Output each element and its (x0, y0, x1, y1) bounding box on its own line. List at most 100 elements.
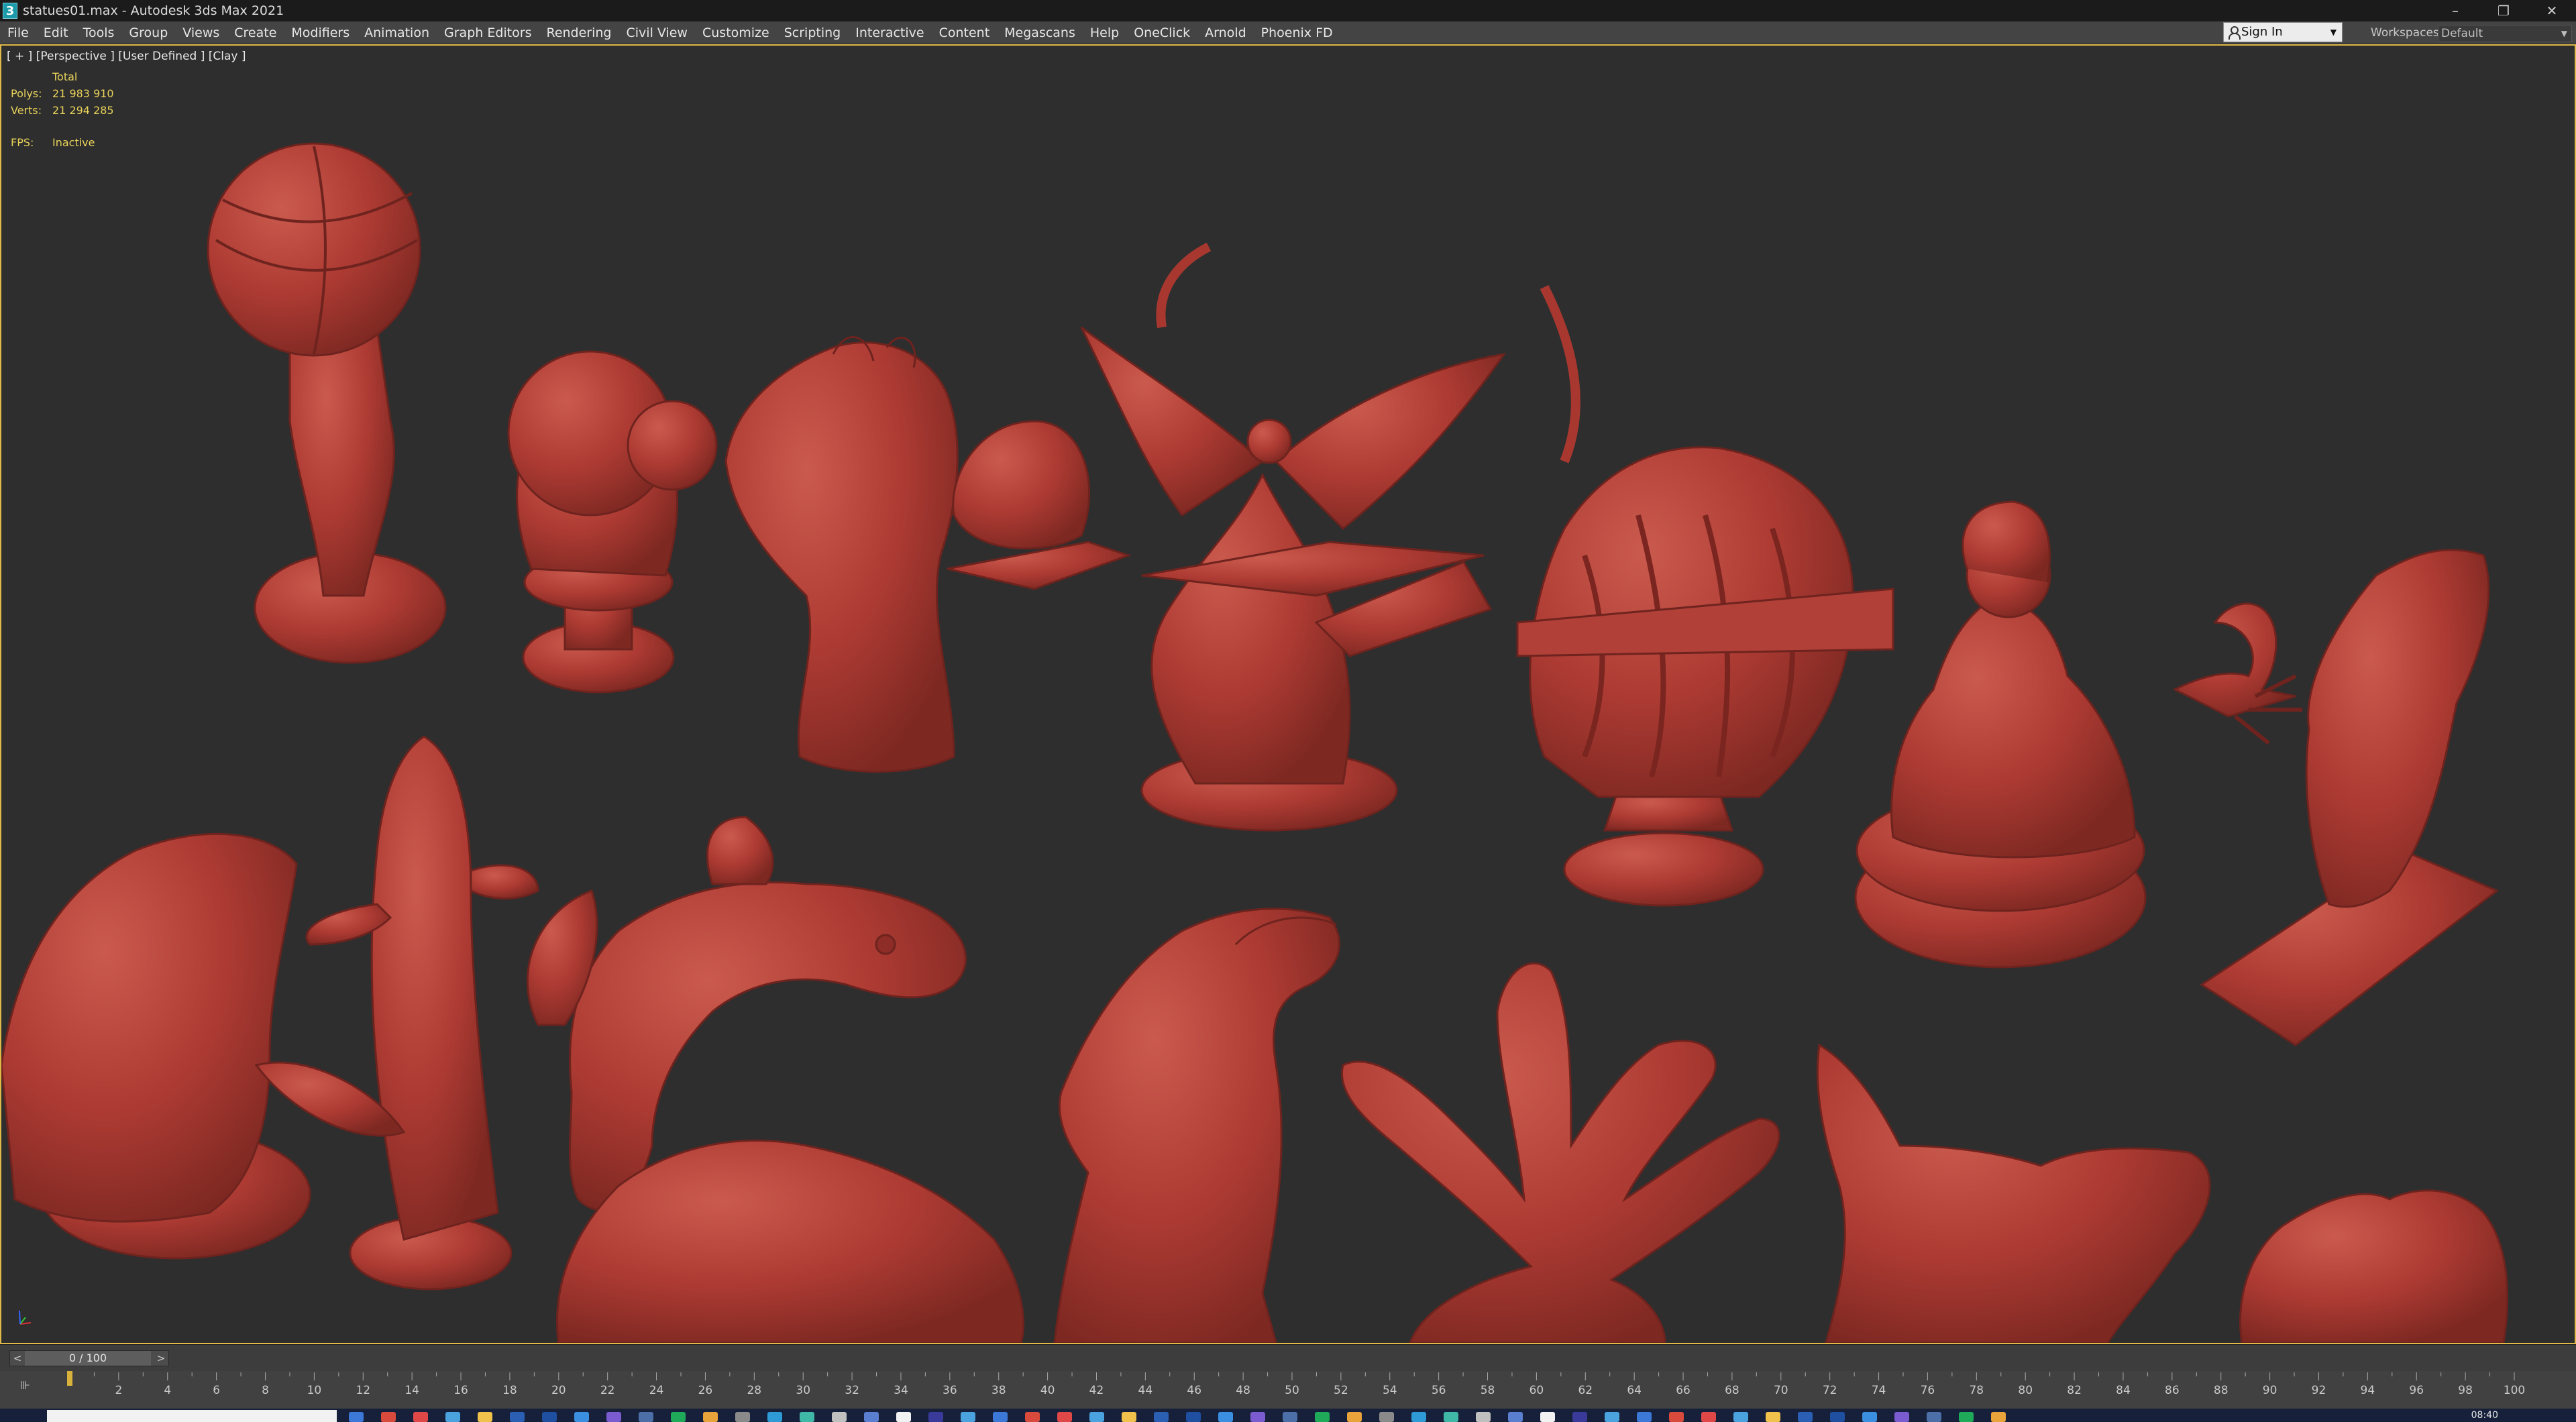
taskbar-app-icon (1411, 1412, 1426, 1422)
title-bar: 3 statues01.max - Autodesk 3ds Max 2021 … (0, 0, 2576, 21)
taskbar-app-icon (767, 1412, 782, 1422)
statue-wolf-head (1816, 1043, 2211, 1343)
ruler-tick-label: 14 (405, 1384, 419, 1397)
statue-winged-fairy (1080, 242, 1580, 832)
taskbar-app-icon (1476, 1412, 1491, 1422)
ruler-tick-label: 58 (1481, 1384, 1495, 1397)
minimize-button[interactable]: – (2431, 0, 2479, 21)
taskbar-app-icon (1218, 1412, 1233, 1422)
perspective-viewport[interactable]: [ + ] [Perspective ] [User Defined ] [Cl… (0, 44, 2576, 1344)
menu-item-tools[interactable]: Tools (76, 21, 122, 44)
taskbar-app-icon (1154, 1412, 1169, 1422)
taskbar-app-icon (1605, 1412, 1619, 1422)
restore-button[interactable]: ❐ (2479, 0, 2528, 21)
statue-seated-buddha (1854, 500, 2147, 969)
menu-item-content[interactable]: Content (932, 21, 998, 44)
menu-item-arnold[interactable]: Arnold (1197, 21, 1253, 44)
ruler-tick-label: 78 (1969, 1384, 1984, 1397)
menu-item-civil-view[interactable]: Civil View (619, 21, 695, 44)
taskbar-search-input[interactable] (47, 1410, 337, 1422)
ruler-tick-label: 46 (1187, 1384, 1201, 1397)
ruler-tick-label: 22 (600, 1384, 615, 1397)
fps-label: FPS: (11, 136, 34, 149)
taskbar-app-icon (1025, 1412, 1040, 1422)
fps-value: Inactive (52, 136, 95, 149)
ruler-tick-label: 34 (894, 1384, 908, 1397)
statue-lumpy-creature (2239, 1189, 2509, 1343)
ruler-tick-label: 28 (747, 1384, 761, 1397)
taskbar-app-icon (1508, 1412, 1523, 1422)
viewport-label-menu[interactable]: [ + ] [Perspective ] [User Defined ] [Cl… (7, 50, 246, 63)
statue-dolphin-right (1053, 908, 1340, 1343)
polys-label: Polys: (11, 87, 42, 100)
prev-frame-button[interactable]: < (10, 1351, 25, 1366)
track-bar-ruler[interactable]: 2 4 6 8 10 12 14 16 18 20 22 24 26 28 30 32 34 36 38 40 42 44… (0, 1371, 2576, 1409)
time-slider-thumb[interactable]: 0 / 100 (25, 1351, 151, 1366)
menu-item-edit[interactable]: Edit (36, 21, 76, 44)
taskbar-app-icon (639, 1412, 653, 1422)
menu-item-modifiers[interactable]: Modifiers (284, 21, 357, 44)
ruler-tick-label: 10 (307, 1384, 322, 1397)
taskbar-app-icon (1701, 1412, 1716, 1422)
taskbar-app-icon (510, 1412, 525, 1422)
ruler-tick-label: 98 (2458, 1384, 2473, 1397)
menu-item-file[interactable]: File (0, 21, 36, 44)
taskbar-app-icon (1283, 1412, 1297, 1422)
taskbar-app-icon (413, 1412, 428, 1422)
sign-in-dropdown[interactable]: Sign In ▼ (2223, 22, 2343, 42)
menu-item-interactive[interactable]: Interactive (848, 21, 931, 44)
workspaces-select[interactable]: Default ▼ (2438, 25, 2572, 42)
workspaces-label: Workspaces: (2371, 26, 2443, 40)
taskbar-app-icon (1572, 1412, 1587, 1422)
statue-rock-plinth (947, 420, 1132, 590)
menu-item-oneclick[interactable]: OneClick (1126, 21, 1197, 44)
window-title: statues01.max - Autodesk 3ds Max 2021 (23, 3, 284, 18)
ruler-tick-label: 12 (356, 1384, 370, 1397)
ruler-tick-label: 48 (1236, 1384, 1250, 1397)
taskbar-app-icons[interactable] (349, 1411, 2093, 1422)
ruler-tick-label: 26 (698, 1384, 713, 1397)
menu-item-graph-editors[interactable]: Graph Editors (437, 21, 539, 44)
ruler-tick-label: 4 (164, 1384, 171, 1397)
menu-item-scripting[interactable]: Scripting (777, 21, 849, 44)
stats-total-header: Total (52, 70, 78, 83)
polys-value: 21 983 910 (52, 87, 114, 100)
menu-item-help[interactable]: Help (1083, 21, 1126, 44)
taskbar-app-icon (671, 1412, 686, 1422)
taskbar-app-icon (1540, 1412, 1555, 1422)
ruler-tick-label: 80 (2018, 1384, 2033, 1397)
chevron-down-icon: ▼ (2561, 29, 2567, 38)
taskbar-app-icon (896, 1412, 911, 1422)
3dsmax-app-icon[interactable]: 3 (3, 3, 17, 19)
taskbar-app-icon (961, 1412, 975, 1422)
ruler-tick-label: 56 (1432, 1384, 1446, 1397)
close-button[interactable]: ✕ (2528, 0, 2576, 21)
ruler-tick-label: 20 (551, 1384, 566, 1397)
statue-scorpion (2172, 602, 2302, 745)
chevron-down-icon: ▼ (2330, 28, 2337, 37)
ruler-tick-label: 8 (262, 1384, 269, 1397)
menu-item-phoenix-fd[interactable]: Phoenix FD (1254, 21, 1340, 44)
ruler-tick-label: 24 (649, 1384, 664, 1397)
menu-item-create[interactable]: Create (227, 21, 284, 44)
viewport-scene[interactable] (1, 46, 2575, 1343)
next-frame-button[interactable]: > (154, 1351, 168, 1366)
track-bar[interactable]: ⊪ 2 4 6 8 10 12 14 16 18 20 22 24 26 28 30 32 34 36 38 40 42… (0, 1371, 2576, 1409)
current-frame-marker (67, 1371, 72, 1386)
menu-item-group[interactable]: Group (121, 21, 175, 44)
taskbar-app-icon (1637, 1412, 1652, 1422)
ruler-tick-label: 30 (796, 1384, 810, 1397)
taskbar-app-icon (1186, 1412, 1201, 1422)
menu-item-customize[interactable]: Customize (695, 21, 777, 44)
menu-item-megascans[interactable]: Megascans (997, 21, 1083, 44)
ruler-tick-label: 32 (845, 1384, 859, 1397)
menu-item-rendering[interactable]: Rendering (539, 21, 619, 44)
taskbar-app-icon (703, 1412, 718, 1422)
taskbar-app-icon (993, 1412, 1008, 1422)
menu-item-animation[interactable]: Animation (357, 21, 437, 44)
time-slider[interactable]: < 0 / 100 > (9, 1350, 169, 1366)
workspaces-value: Default (2441, 27, 2483, 40)
menu-item-views[interactable]: Views (175, 21, 227, 44)
taskbar-clock[interactable]: 08:40 (2471, 1409, 2498, 1422)
taskbar-app-icon (1798, 1412, 1813, 1422)
